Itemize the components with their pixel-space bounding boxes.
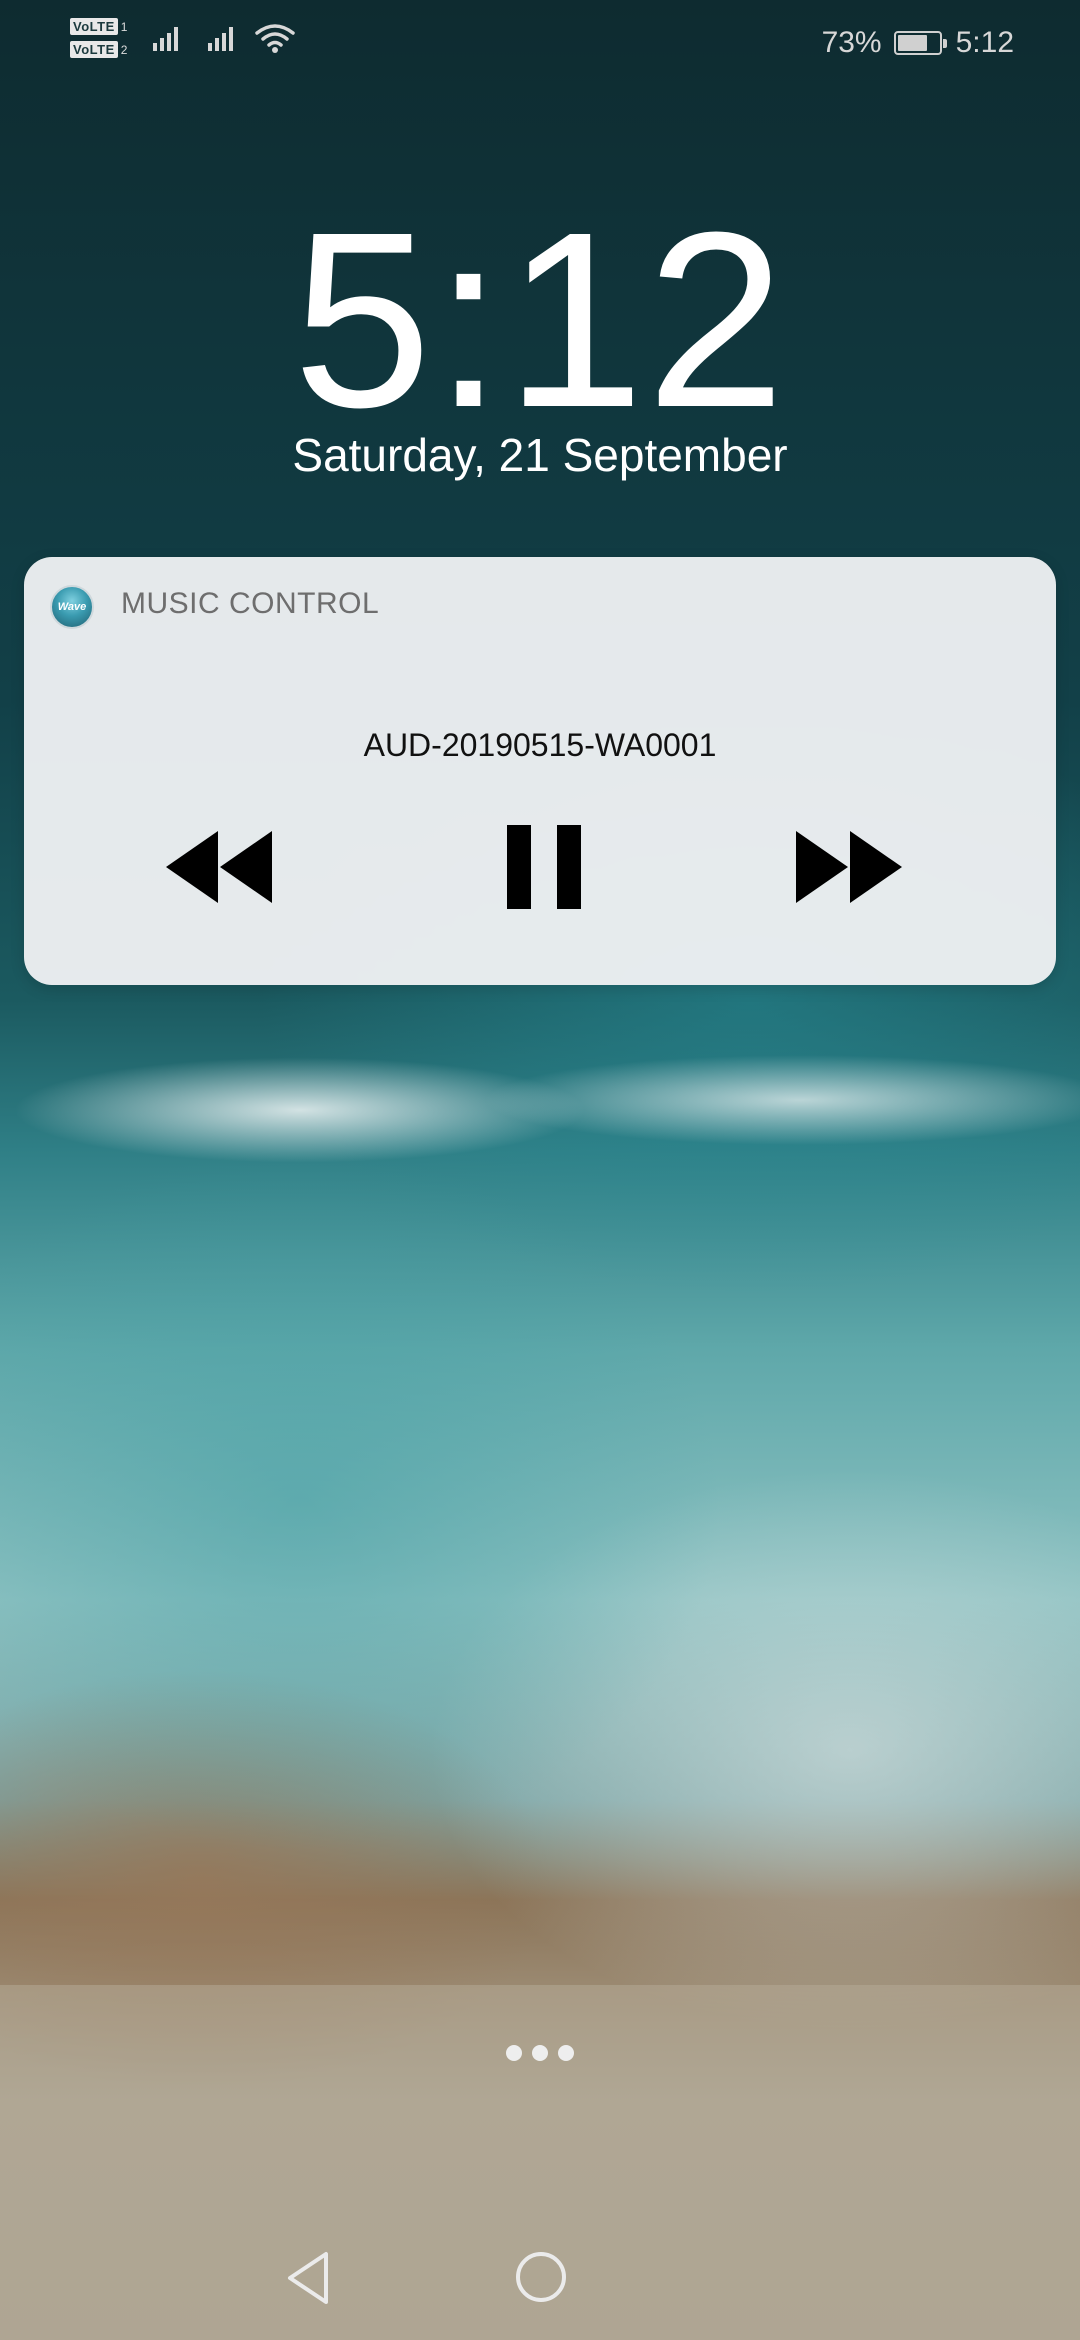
status-bar: VoLTE 1 VoLTE 2 73% 5:12 <box>0 0 1080 92</box>
battery-icon <box>893 31 947 55</box>
app-icon: Wave <box>50 585 94 629</box>
volte-badge: VoLTE <box>70 41 118 58</box>
fast-forward-button[interactable] <box>794 825 904 909</box>
wallpaper-wave <box>0 1040 1080 1180</box>
signal-icon <box>208 25 234 51</box>
status-time: 5:12 <box>955 26 1014 59</box>
sim-number: 1 <box>120 19 128 34</box>
status-right: 73% 5:12 <box>822 26 1014 60</box>
battery-percent: 73% <box>821 26 882 59</box>
page-dot <box>506 2045 522 2061</box>
volte-badge: VoLTE <box>70 18 118 35</box>
volte-indicators: VoLTE 1 VoLTE 2 <box>70 18 127 58</box>
signal-icon <box>153 25 179 51</box>
pause-icon <box>507 825 581 909</box>
navigation-bar <box>0 2220 1080 2340</box>
home-icon[interactable] <box>514 2250 568 2304</box>
wifi-icon <box>255 24 296 53</box>
back-icon[interactable] <box>282 2248 338 2308</box>
rewind-button[interactable] <box>164 825 274 909</box>
volte-sim1: VoLTE 1 <box>70 18 127 35</box>
rewind-icon <box>166 831 272 903</box>
page-dot <box>532 2045 548 2061</box>
sim-number: 2 <box>120 42 128 57</box>
track-title: AUD-20190515-WA0001 <box>363 727 717 763</box>
music-notification-card[interactable]: Wave MUSIC CONTROL AUD-20190515-WA0001 <box>24 557 1056 985</box>
app-name: MUSIC CONTROL <box>121 587 380 620</box>
volte-sim2: VoLTE 2 <box>70 41 127 58</box>
lockscreen-date: Saturday, 21 September <box>292 429 788 481</box>
app-icon-text: Wave <box>57 601 87 613</box>
lockscreen-clock: 5:12 <box>292 180 788 459</box>
pause-button[interactable] <box>494 825 594 909</box>
fast-forward-icon <box>796 831 902 903</box>
page-indicator <box>0 2045 1080 2061</box>
battery-level <box>897 35 927 51</box>
status-left: VoLTE 1 VoLTE 2 <box>70 18 296 58</box>
page-dot <box>558 2045 574 2061</box>
